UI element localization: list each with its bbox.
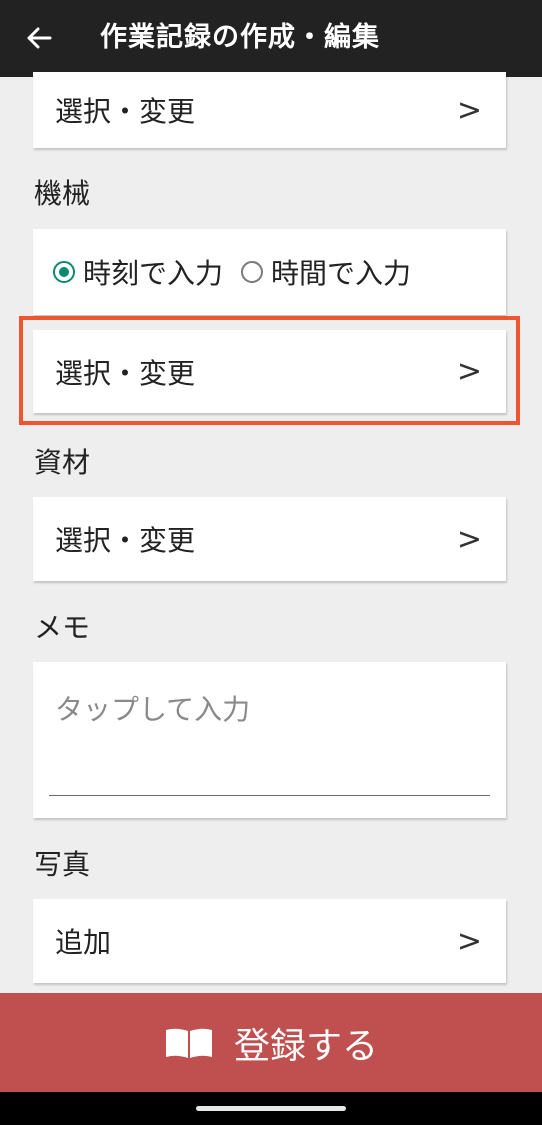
book-icon xyxy=(165,1028,212,1058)
radio-selected-icon xyxy=(53,261,75,283)
materials-select-row[interactable]: 選択・変更 > xyxy=(33,497,506,581)
select-change-label: 選択・変更 xyxy=(55,95,196,128)
chevron-right-icon: > xyxy=(456,923,482,959)
memo-underline xyxy=(49,795,490,796)
page-title: 作業記録の作成・編集 xyxy=(100,22,380,53)
machine-section-label: 機械 xyxy=(34,177,91,210)
app-bar: 作業記録の作成・編集 xyxy=(0,0,542,77)
photo-section-label: 写真 xyxy=(34,848,91,881)
register-button[interactable]: 登録する xyxy=(0,993,542,1092)
memo-field[interactable]: タップして入力 xyxy=(33,662,506,818)
select-change-label: 選択・変更 xyxy=(55,524,196,557)
select-change-card-top[interactable]: 選択・変更 > xyxy=(33,72,506,148)
radio-input-by-time-of-day[interactable]: 時刻で入力 xyxy=(53,252,223,292)
back-arrow-icon[interactable] xyxy=(24,20,54,56)
radio-input-by-duration[interactable]: 時間で入力 xyxy=(241,252,411,292)
materials-section-label: 資材 xyxy=(34,446,91,479)
system-nav-bar xyxy=(0,1092,542,1125)
memo-section-label: メモ xyxy=(34,611,91,644)
radio-label: 時間で入力 xyxy=(271,257,412,290)
chevron-right-icon: > xyxy=(456,521,482,557)
select-change-row[interactable]: 選択・変更 > xyxy=(33,72,506,148)
highlight-box xyxy=(19,316,520,425)
register-button-label: 登録する xyxy=(233,1025,378,1067)
radio-label: 時刻で入力 xyxy=(83,257,224,290)
home-indicator[interactable] xyxy=(196,1106,346,1111)
photo-add-label: 追加 xyxy=(55,926,112,959)
materials-select-card[interactable]: 選択・変更 > xyxy=(33,497,506,581)
input-mode-card: 時刻で入力 時間で入力 xyxy=(33,229,506,315)
input-mode-radio-group: 時刻で入力 時間で入力 xyxy=(33,229,506,315)
photo-add-card[interactable]: 追加 > xyxy=(33,899,506,983)
photo-add-row[interactable]: 追加 > xyxy=(33,899,506,983)
radio-unselected-icon xyxy=(241,261,264,283)
memo-placeholder: タップして入力 xyxy=(55,693,251,726)
chevron-right-icon: > xyxy=(456,92,482,128)
